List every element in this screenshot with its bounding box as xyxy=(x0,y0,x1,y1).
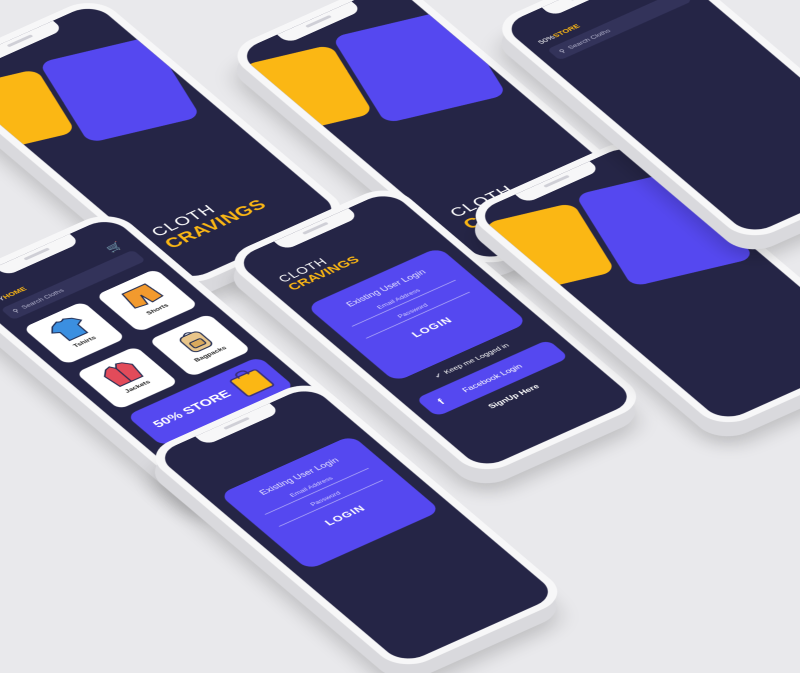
jacket-icon xyxy=(95,357,149,389)
backpack-icon xyxy=(168,325,222,357)
shopping-bag-icon xyxy=(228,368,276,398)
check-icon: ✔ xyxy=(432,371,445,380)
signup-link[interactable]: SignUp Here xyxy=(433,359,595,434)
category-shorts[interactable]: Shorts xyxy=(95,268,199,333)
notch xyxy=(541,0,627,17)
facebook-login-button[interactable]: f Facebook Login xyxy=(415,339,570,417)
notch xyxy=(0,233,81,277)
category-tshirts[interactable]: Tshirts xyxy=(22,301,127,365)
tshirt-icon xyxy=(42,312,96,344)
keep-logged-in-checkbox[interactable]: ✔Keep me Logged in xyxy=(391,324,553,399)
notch xyxy=(0,20,64,63)
category-bagpacks[interactable]: Bagpacks xyxy=(148,313,252,378)
login-button[interactable]: LOGIN xyxy=(361,294,502,361)
shorts-icon xyxy=(115,280,169,312)
brand-logo: CLOTH CRAVINGS xyxy=(147,196,271,252)
facebook-icon: f xyxy=(434,396,447,406)
cart-icon[interactable]: 🛒 xyxy=(104,240,127,254)
search-icon: ⚲ xyxy=(557,47,568,55)
login-card: Existing User Login Email Address Passwo… xyxy=(218,435,442,571)
category-jackets[interactable]: Jackets xyxy=(75,346,179,410)
page-title: MYHOME xyxy=(0,285,29,306)
search-icon: ⚲ xyxy=(10,307,21,314)
